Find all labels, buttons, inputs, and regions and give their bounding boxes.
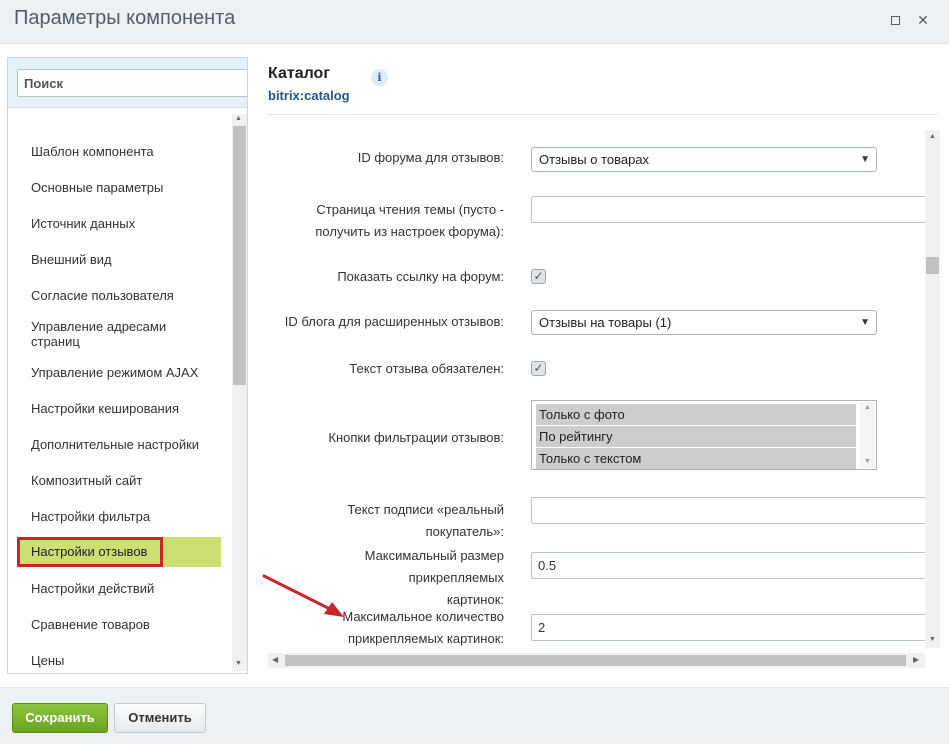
dialog-titlebar: Параметры компонента ✕	[0, 0, 949, 44]
text-required-label: Текст отзыва обязателен:	[349, 361, 504, 376]
topic-page-label-line1: Страница чтения темы (пусто -	[316, 202, 504, 217]
blog-id-label: ID блога для расширенных отзывов:	[284, 314, 504, 329]
sidebar-item-appearance[interactable]: Внешний вид	[31, 252, 211, 267]
sidebar-panel: Шаблон компонента Основные параметры Ист…	[7, 57, 248, 674]
scroll-up-icon[interactable]: ▲	[929, 133, 936, 140]
check-icon: ✓	[533, 269, 544, 283]
maximize-icon[interactable]	[887, 12, 903, 28]
filter-option[interactable]: Только с текстом	[536, 448, 856, 469]
sidebar-item-composite[interactable]: Композитный сайт	[31, 473, 211, 488]
show-forum-link-checkbox[interactable]: ✓	[531, 269, 546, 284]
blog-id-value: Отзывы на товары (1)	[539, 315, 672, 330]
sidebar-item-compare[interactable]: Сравнение товаров	[31, 617, 211, 632]
topic-page-label: Страница чтения темы (пусто - получить и…	[315, 199, 504, 243]
sidebar-item-actions[interactable]: Настройки действий	[31, 581, 211, 596]
scroll-down-icon[interactable]: ▼	[929, 636, 936, 643]
chevron-down-icon: ▼	[860, 154, 870, 165]
chevron-down-icon: ▼	[860, 317, 870, 328]
filter-option[interactable]: Только с фото	[536, 404, 856, 425]
max-image-count-label: Максимальное количество прикрепляемых ка…	[342, 606, 504, 650]
text-required-checkbox[interactable]: ✓	[531, 361, 546, 376]
buyer-caption-input[interactable]	[531, 497, 928, 524]
search-input[interactable]	[17, 69, 247, 97]
forum-id-select[interactable]: Отзывы о товарах ▼	[531, 147, 877, 172]
show-forum-link-label: Показать ссылку на форум:	[337, 269, 504, 284]
sidebar-item-url-management[interactable]: Управление адресами страниц	[31, 319, 191, 349]
settings-form: ID форума для отзывов: Отзывы о товарах …	[268, 130, 928, 650]
sidebar-item-additional[interactable]: Дополнительные настройки	[31, 437, 211, 452]
max-image-size-input[interactable]	[531, 552, 928, 579]
filter-buttons-multiselect[interactable]: Только с фото По рейтингу Только с текст…	[531, 400, 877, 470]
form-horizontal-scrollbar[interactable]: ◀ ▶	[268, 653, 925, 668]
topic-page-input[interactable]	[531, 196, 928, 223]
max-image-count-input[interactable]	[531, 614, 928, 641]
sidebar-item-label: Настройки отзывов	[31, 544, 148, 559]
sidebar-item-reviews[interactable]: Настройки отзывов	[17, 537, 221, 567]
divider	[268, 114, 938, 115]
save-button[interactable]: Сохранить	[12, 703, 108, 733]
multiselect-scrollbar[interactable]: ▲ ▼	[860, 402, 875, 468]
check-icon: ✓	[533, 361, 544, 375]
filter-option[interactable]: По рейтингу	[536, 426, 856, 447]
sidebar-item-main-params[interactable]: Основные параметры	[31, 180, 211, 195]
sidebar-item-data-source[interactable]: Источник данных	[31, 216, 211, 231]
forum-id-label: ID форума для отзывов:	[357, 150, 504, 165]
scroll-up-icon[interactable]: ▲	[235, 115, 242, 122]
info-icon[interactable]: i	[371, 69, 388, 86]
filter-buttons-label: Кнопки фильтрации отзывов:	[328, 430, 504, 445]
component-code: bitrix:catalog	[268, 88, 350, 103]
scrollbar-thumb[interactable]	[285, 655, 906, 666]
scroll-right-icon[interactable]: ▶	[913, 655, 919, 664]
dialog-title: Параметры компонента	[14, 7, 236, 29]
blog-id-select[interactable]: Отзывы на товары (1) ▼	[531, 310, 877, 335]
sidebar-item-user-consent[interactable]: Согласие пользователя	[31, 288, 211, 303]
buyer-caption-label: Текст подписи «реальный покупатель»:	[347, 502, 504, 539]
close-icon[interactable]: ✕	[915, 12, 931, 28]
scrollbar-thumb[interactable]	[233, 126, 246, 385]
sidebar-item-prices[interactable]: Цены	[31, 653, 211, 668]
sidebar-search-area	[8, 58, 247, 108]
sidebar-item-caching[interactable]: Настройки кеширования	[31, 401, 211, 416]
scroll-down-icon[interactable]: ▼	[235, 660, 242, 667]
dialog-footer: Сохранить Отменить	[0, 687, 949, 744]
sidebar-scrollbar[interactable]: ▲ ▼	[232, 114, 247, 671]
component-title: Каталог	[268, 65, 330, 82]
max-image-count-label-line1: Максимальное количество	[342, 609, 504, 624]
settings-panel: Каталог i bitrix:catalog ID форума для о…	[257, 50, 949, 680]
cancel-button[interactable]: Отменить	[114, 703, 206, 733]
scroll-left-icon[interactable]: ◀	[272, 655, 278, 664]
scroll-down-icon[interactable]: ▼	[864, 458, 871, 465]
topic-page-label-line2: получить из настроек форума):	[315, 224, 504, 239]
sidebar-item-ajax[interactable]: Управление режимом AJAX	[31, 365, 211, 380]
sidebar-item-template[interactable]: Шаблон компонента	[31, 144, 211, 159]
form-vertical-scrollbar[interactable]: ▲ ▼	[925, 130, 940, 648]
scroll-up-icon[interactable]: ▲	[864, 404, 871, 411]
max-image-count-label-line2: прикрепляемых картинок:	[347, 631, 504, 646]
annotation-arrow-icon	[262, 574, 344, 617]
forum-id-value: Отзывы о товарах	[539, 152, 650, 167]
scrollbar-thumb[interactable]	[926, 257, 939, 274]
sidebar-item-filter[interactable]: Настройки фильтра	[31, 509, 211, 524]
